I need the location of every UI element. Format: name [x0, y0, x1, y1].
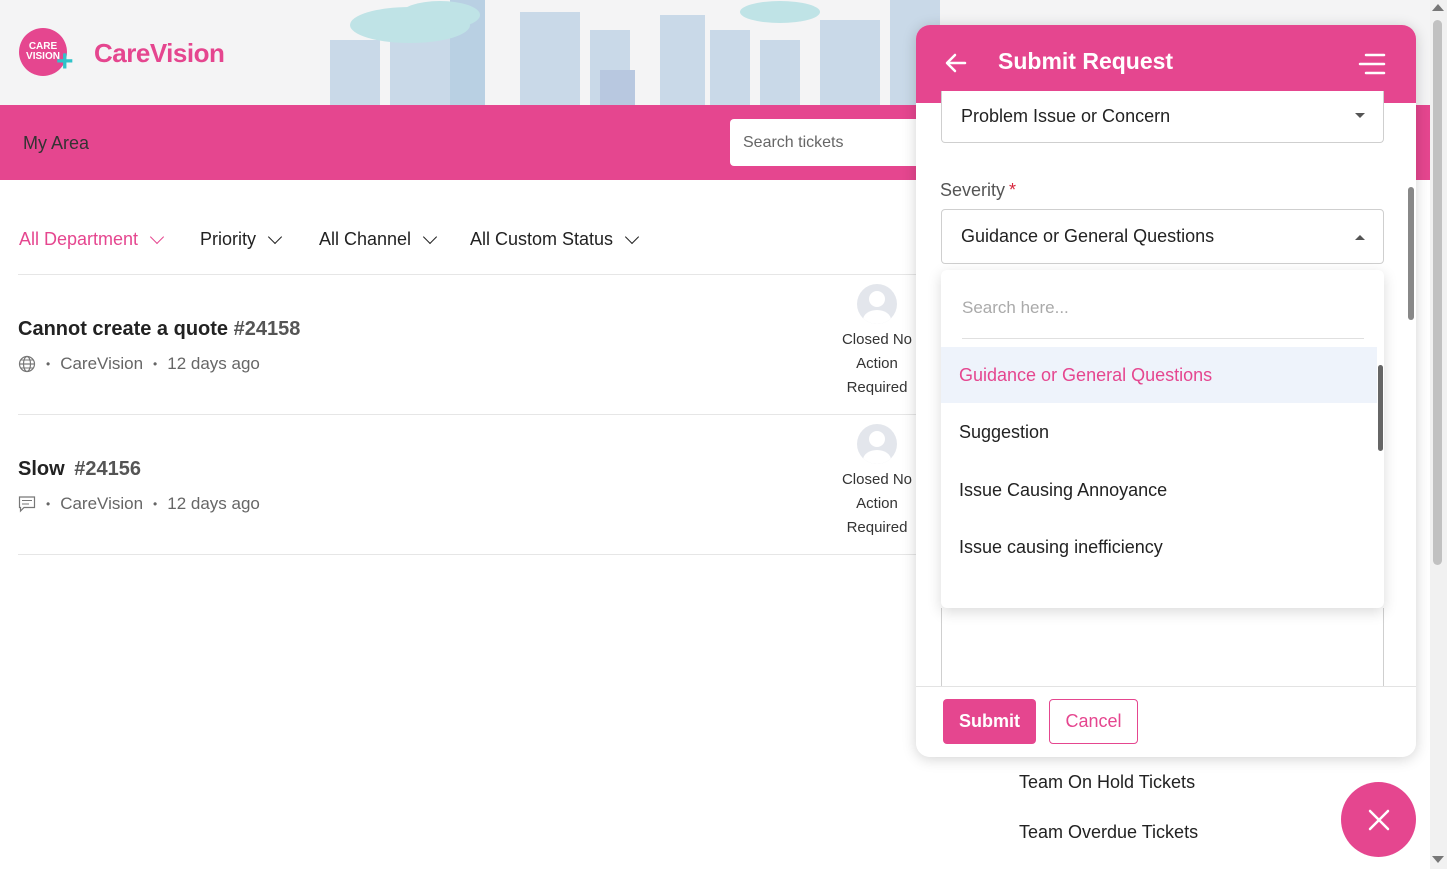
ticket-age: 12 days ago [167, 494, 260, 513]
assignee-avatar [857, 284, 897, 324]
separator-dot: • [46, 357, 51, 371]
close-icon [1368, 809, 1389, 830]
ticket-age: 12 days ago [167, 354, 260, 373]
caret-up-icon [1355, 235, 1365, 240]
logo-plus-icon: + [56, 45, 74, 78]
scroll-up-icon[interactable] [1432, 4, 1444, 11]
city-skyline-illustration [330, 0, 940, 105]
severity-select[interactable]: Guidance or General Questions [941, 209, 1384, 264]
severity-label-text: Severity [940, 180, 1006, 200]
scroll-down-icon[interactable] [1432, 856, 1444, 863]
status-line: Required [846, 379, 908, 396]
chevron-down-icon [624, 229, 640, 245]
chat-icon [18, 496, 36, 513]
chevron-down-icon [149, 229, 165, 245]
filter-label: All Custom Status [470, 229, 614, 249]
team-on-hold-link[interactable]: Team On Hold Tickets [1019, 772, 1195, 793]
filter-label: Priority [200, 229, 257, 249]
required-marker: * [1009, 180, 1017, 200]
ticket-id: #24156 [74, 458, 141, 480]
back-arrow-icon[interactable] [944, 51, 968, 75]
panel-title: Submit Request [998, 48, 1174, 74]
status-line: Closed No [841, 471, 913, 488]
severity-value: Guidance or General Questions [961, 226, 1215, 246]
page-scrollbar-thumb[interactable] [1433, 20, 1442, 565]
filter-priority[interactable]: Priority [200, 229, 283, 250]
category-select[interactable]: Problem Issue or Concern [941, 91, 1384, 143]
status-line: Required [846, 519, 908, 536]
ticket-title-text: Slow [18, 458, 65, 480]
separator-dot: • [153, 497, 158, 511]
description-textarea[interactable] [941, 608, 1384, 688]
severity-label: Severity * [940, 180, 1016, 201]
dropdown-search-input[interactable]: Search here... [962, 298, 1364, 339]
close-widget-button[interactable] [1341, 782, 1416, 857]
globe-icon [18, 355, 36, 373]
dropdown-option-inefficiency[interactable]: Issue causing inefficiency [941, 519, 1377, 575]
ticket-status: Closed No Action Required [832, 468, 922, 540]
filter-label: All Channel [319, 229, 412, 249]
ticket-status: Closed No Action Required [832, 328, 922, 400]
submit-button[interactable]: Submit [943, 699, 1036, 744]
separator-dot: • [46, 497, 51, 511]
panel-scrollbar[interactable] [1408, 187, 1414, 320]
ticket-source: CareVision [60, 494, 144, 513]
status-line: Closed No [841, 331, 913, 348]
chevron-down-icon [267, 229, 283, 245]
search-tickets-input[interactable]: Search tickets [730, 119, 930, 166]
assignee-avatar [857, 424, 897, 464]
filter-channel[interactable]: All Channel [319, 229, 438, 250]
caret-down-icon [1355, 113, 1365, 118]
divider [18, 274, 918, 275]
ticket-title-text: Cannot create a quote [18, 318, 229, 340]
chevron-down-icon [422, 229, 438, 245]
severity-dropdown: Search here... Guidance or General Quest… [941, 270, 1384, 608]
cancel-button[interactable]: Cancel [1049, 699, 1138, 744]
ticket-meta: • CareVision • 12 days ago [18, 354, 260, 374]
category-value: Problem Issue or Concern [961, 106, 1171, 126]
filter-label: All Department [19, 229, 139, 249]
ticket-title[interactable]: Cannot create a quote #24158 [18, 318, 300, 341]
menu-icon[interactable] [1358, 52, 1386, 76]
dropdown-scrollbar[interactable] [1378, 365, 1383, 451]
dropdown-option-annoyance[interactable]: Issue Causing Annoyance [941, 462, 1377, 518]
divider [18, 554, 918, 555]
ticket-source: CareVision [60, 354, 144, 373]
filter-department[interactable]: All Department [19, 229, 165, 250]
submit-request-panel: Submit Request Problem Issue or Concern … [916, 25, 1416, 757]
filter-custom-status[interactable]: All Custom Status [470, 229, 640, 250]
separator-dot: • [153, 357, 158, 371]
ticket-meta: • CareVision • 12 days ago [18, 494, 260, 514]
status-line: Action [856, 355, 898, 372]
dropdown-option-suggestion[interactable]: Suggestion [941, 404, 1377, 460]
my-area-link[interactable]: My Area [23, 133, 89, 154]
brand-name: CareVision [94, 38, 225, 68]
divider [18, 414, 918, 415]
team-overdue-link[interactable]: Team Overdue Tickets [1019, 822, 1198, 843]
ticket-title[interactable]: Slow #24156 [18, 458, 141, 481]
ticket-id: #24158 [233, 318, 301, 340]
status-line: Action [856, 495, 898, 512]
dropdown-option-guidance[interactable]: Guidance or General Questions [941, 347, 1377, 403]
